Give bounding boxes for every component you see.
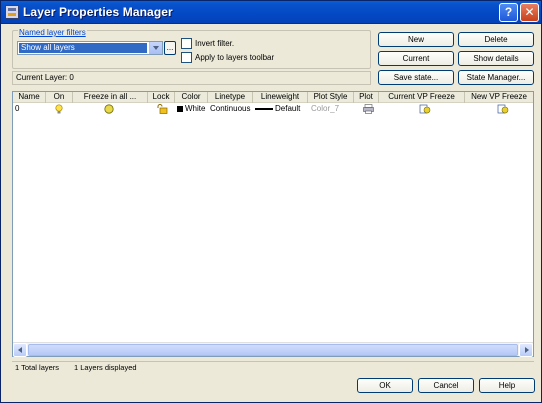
layer-name: 0 bbox=[15, 104, 20, 113]
col-header-plot-style[interactable]: Plot Style bbox=[308, 92, 354, 103]
ok-button[interactable]: OK bbox=[357, 378, 413, 393]
close-button[interactable]: ✕ bbox=[520, 3, 539, 22]
sun-thaw-icon[interactable] bbox=[103, 104, 117, 114]
layers-list-header: Name On Freeze in all ... Lock Color Lin… bbox=[13, 92, 533, 103]
layer-plot-style: Color_7 bbox=[311, 104, 340, 113]
show-details-button[interactable]: Show details bbox=[458, 51, 534, 66]
total-layers-count: 1 Total layers bbox=[15, 363, 60, 372]
table-row[interactable]: 0 White Continuous Default Color_7 bbox=[13, 104, 533, 114]
layers-list[interactable]: Name On Freeze in all ... Lock Color Lin… bbox=[12, 91, 534, 357]
col-header-linetype[interactable]: Linetype bbox=[208, 92, 253, 103]
named-filters-label: Named layer filters bbox=[18, 28, 87, 37]
layer-color-name[interactable]: White bbox=[185, 104, 207, 114]
layer-lineweight[interactable]: Default bbox=[275, 104, 307, 114]
layer-filter-dropdown[interactable]: Show all layers bbox=[17, 41, 163, 55]
current-button[interactable]: Current bbox=[378, 51, 454, 66]
col-header-color[interactable]: Color bbox=[175, 92, 208, 103]
current-layer-readout: Current Layer: 0 bbox=[12, 71, 371, 85]
col-header-freeze[interactable]: Freeze in all ... bbox=[73, 92, 148, 103]
filter-browse-button[interactable]: ... bbox=[164, 41, 176, 55]
new-button[interactable]: New bbox=[378, 32, 454, 47]
col-header-plot[interactable]: Plot bbox=[354, 92, 379, 103]
delete-button[interactable]: Delete bbox=[458, 32, 534, 47]
current-vp-freeze-icon[interactable] bbox=[419, 104, 431, 114]
lightbulb-on-icon[interactable] bbox=[54, 104, 66, 114]
help-button[interactable]: Help bbox=[479, 378, 535, 393]
layer-linetype[interactable]: Continuous bbox=[210, 104, 252, 114]
layer-properties-dialog: Layer Properties Manager ? ✕ Named layer… bbox=[0, 0, 542, 403]
invert-filter-label: Invert filter. bbox=[195, 39, 235, 48]
chevron-down-icon[interactable] bbox=[149, 42, 162, 54]
col-header-current-vp-freeze[interactable]: Current VP Freeze bbox=[379, 92, 465, 103]
invert-filter-checkbox[interactable] bbox=[181, 38, 192, 49]
status-bar: 1 Total layers 1 Layers displayed bbox=[12, 361, 534, 372]
horizontal-scrollbar[interactable] bbox=[13, 342, 533, 357]
filter-selected-value: Show all layers bbox=[19, 43, 147, 53]
help-titlebar-button[interactable]: ? bbox=[499, 3, 518, 22]
save-state-button[interactable]: Save state... bbox=[378, 70, 454, 85]
col-header-on[interactable]: On bbox=[46, 92, 73, 103]
cancel-button[interactable]: Cancel bbox=[418, 378, 474, 393]
window-title: Layer Properties Manager bbox=[23, 5, 173, 19]
col-header-lineweight[interactable]: Lineweight bbox=[253, 92, 308, 103]
unlocked-padlock-icon[interactable] bbox=[156, 104, 168, 114]
apply-toolbar-checkbox[interactable] bbox=[181, 52, 192, 63]
scroll-right-arrow-icon[interactable] bbox=[519, 343, 533, 357]
lineweight-line-icon bbox=[255, 104, 273, 114]
state-manager-button[interactable]: State Manager... bbox=[458, 70, 534, 85]
col-header-name[interactable]: Name bbox=[13, 92, 46, 103]
title-bar[interactable]: Layer Properties Manager ? ✕ bbox=[1, 1, 541, 24]
color-swatch[interactable] bbox=[177, 104, 183, 114]
scrollbar-thumb[interactable] bbox=[28, 344, 518, 356]
col-header-lock[interactable]: Lock bbox=[148, 92, 175, 103]
scroll-left-arrow-icon[interactable] bbox=[13, 343, 27, 357]
displayed-layers-count: 1 Layers displayed bbox=[74, 363, 137, 372]
layers-app-icon bbox=[5, 5, 19, 19]
apply-toolbar-label: Apply to layers toolbar bbox=[195, 53, 275, 62]
col-header-new-vp-freeze[interactable]: New VP Freeze bbox=[465, 92, 533, 103]
new-vp-freeze-icon[interactable] bbox=[497, 104, 509, 114]
printer-icon[interactable] bbox=[363, 104, 375, 114]
